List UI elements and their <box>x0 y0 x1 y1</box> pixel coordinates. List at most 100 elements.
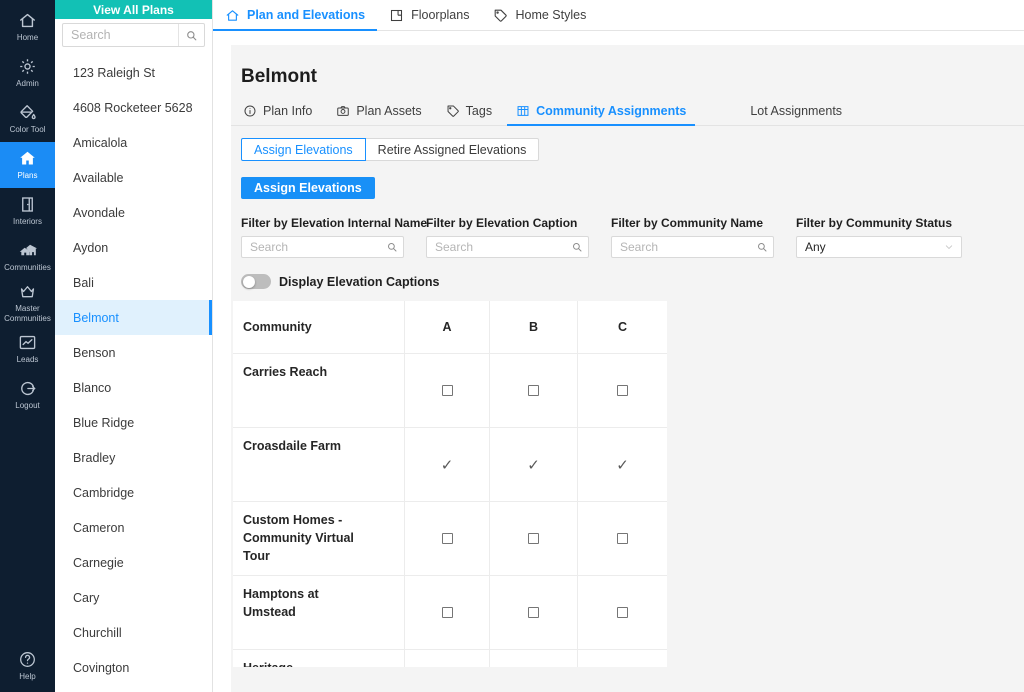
assignment-checkbox[interactable] <box>617 607 628 618</box>
filter-search-input[interactable] <box>427 240 566 254</box>
table-body: Carries Reach Croasdaile Farm✓✓✓ Custom … <box>233 353 667 667</box>
plan-list-item-benson[interactable]: Benson <box>55 335 212 370</box>
plan-list-item-belmont[interactable]: Belmont <box>55 300 212 335</box>
nav-rail-item-color-tool[interactable]: Color Tool <box>0 96 55 142</box>
assignment-checkbox[interactable] <box>442 533 453 544</box>
plan-list-item-4608-rocketeer-5628[interactable]: 4608 Rocketeer 5628 <box>55 90 212 125</box>
filter-search-input[interactable] <box>242 240 381 254</box>
nav-rail-item-help[interactable]: Help <box>0 646 55 686</box>
paint-bucket-icon <box>18 103 37 122</box>
plan-list-item-amicalola[interactable]: Amicalola <box>55 125 212 160</box>
app-window: Home Admin Color Tool Plans Interiors Co… <box>0 0 1024 692</box>
help-circle-icon <box>18 650 37 669</box>
top-tab-home-styles[interactable]: Home Styles <box>481 0 598 30</box>
filter-search-box <box>426 236 589 258</box>
community-name-cell: Hamptons at Umstead <box>233 576 405 649</box>
mode-option-assign-elevations[interactable]: Assign Elevations <box>241 138 366 161</box>
chart-icon <box>18 333 37 352</box>
plan-list-item-cambridge[interactable]: Cambridge <box>55 475 212 510</box>
nav-rail-item-interiors[interactable]: Interiors <box>0 188 55 234</box>
plan-list-item-churchill[interactable]: Churchill <box>55 615 212 650</box>
search-icon[interactable] <box>751 241 773 253</box>
nav-rail-item-plans[interactable]: Plans <box>0 142 55 188</box>
top-tab-plan-and-elevations[interactable]: Plan and Elevations <box>213 0 377 30</box>
assignment-checkbox[interactable] <box>442 385 453 396</box>
nav-rail-item-leads[interactable]: Leads <box>0 326 55 372</box>
plan-list-item-covington[interactable]: Covington <box>55 650 212 685</box>
display-elevation-captions-toggle[interactable] <box>241 274 271 289</box>
plan-list-item-carnegie[interactable]: Carnegie <box>55 545 212 580</box>
home-outline-icon <box>225 8 240 23</box>
plan-list-item-bradley[interactable]: Bradley <box>55 440 212 475</box>
nav-rail-item-home[interactable]: Home <box>0 4 55 50</box>
table-header-community: Community <box>233 301 405 353</box>
main-tabs: Plan Info Plan Assets Tags Community Ass… <box>231 96 1024 126</box>
plan-list-item-cameron[interactable]: Cameron <box>55 510 212 545</box>
nav-rail-items: Home Admin Color Tool Plans Interiors Co… <box>0 0 55 418</box>
assign-elevations-button[interactable]: Assign Elevations <box>241 177 375 199</box>
main-tab-tags[interactable]: Tags <box>437 96 501 125</box>
view-all-plans-button[interactable]: View All Plans <box>55 0 212 19</box>
assignment-checkbox[interactable] <box>528 607 539 618</box>
nav-rail-item-label: Admin <box>16 79 39 89</box>
mode-option-retire-assigned-elevations[interactable]: Retire Assigned Elevations <box>365 138 540 161</box>
nav-rail-item-logout[interactable]: Logout <box>0 372 55 418</box>
plan-list-item-aydon[interactable]: Aydon <box>55 230 212 265</box>
main-tab-label: Lot Assignments <box>750 104 842 118</box>
filter-filter-by-elevation-internal-name: Filter by Elevation Internal Name <box>241 216 426 258</box>
nav-rail-item-label: Communities <box>4 263 51 273</box>
assignment-table: CommunityABC Carries Reach Croasdaile Fa… <box>233 301 667 667</box>
nav-rail-item-label: Logout <box>15 401 39 411</box>
table-cell <box>578 650 667 667</box>
nav-rail-item-label: Home <box>17 33 38 43</box>
plan-search-box <box>62 23 205 47</box>
plan-search-input[interactable] <box>63 24 178 46</box>
assignment-checkbox[interactable] <box>442 607 453 618</box>
chevron-down-icon <box>937 241 961 253</box>
nav-rail-item-communities[interactable]: Communities <box>0 234 55 280</box>
plan-list-item-blue-ridge[interactable]: Blue Ridge <box>55 405 212 440</box>
select-value: Any <box>797 240 937 254</box>
plan-list-item-available[interactable]: Available <box>55 160 212 195</box>
community-name-cell: Custom Homes - Community Virtual Tour <box>233 502 405 575</box>
nav-rail-item-master-communities[interactable]: Master Communities <box>0 280 55 326</box>
community-name-cell: Heritage <box>233 650 405 667</box>
gear-icon <box>18 57 37 76</box>
community-name-cell: Carries Reach <box>233 354 405 427</box>
main-tab-community-assignments[interactable]: Community Assignments <box>507 96 695 125</box>
plan-list-item-123-raleigh-st[interactable]: 123 Raleigh St <box>55 55 212 90</box>
filter-search-input[interactable] <box>612 240 751 254</box>
table-row-carries-reach: Carries Reach <box>233 353 667 427</box>
search-icon[interactable] <box>178 24 204 46</box>
table-cell <box>405 576 490 649</box>
assignment-checkbox[interactable] <box>528 385 539 396</box>
main-tab-plan-assets[interactable]: Plan Assets <box>327 96 430 125</box>
table-cell: ✓ <box>578 428 667 501</box>
community-status-select[interactable]: Any <box>796 236 962 258</box>
assignment-checkbox[interactable] <box>528 533 539 544</box>
nav-rail-item-label: Color Tool <box>10 125 46 135</box>
main-tab-label: Plan Assets <box>356 104 421 118</box>
search-icon[interactable] <box>381 241 403 253</box>
nav-rail-item-admin[interactable]: Admin <box>0 50 55 96</box>
houses-icon <box>18 241 37 260</box>
search-icon[interactable] <box>566 241 588 253</box>
filter-filter-by-community-name: Filter by Community Name <box>611 216 796 258</box>
plan-list-item-avondale[interactable]: Avondale <box>55 195 212 230</box>
nav-rail-help-slot: Help <box>0 646 55 692</box>
plan-list-item-blanco[interactable]: Blanco <box>55 370 212 405</box>
top-tab-floorplans[interactable]: Floorplans <box>377 0 481 30</box>
assignment-checkbox[interactable] <box>617 533 628 544</box>
table-row-heritage: Heritage <box>233 649 667 667</box>
assignment-checkbox[interactable] <box>617 385 628 396</box>
filter-label: Filter by Elevation Internal Name <box>241 216 426 230</box>
nav-rail-item-label: Master Communities <box>2 304 54 323</box>
nav-rail-item-label: Interiors <box>13 217 42 227</box>
captions-toggle-label: Display Elevation Captions <box>279 275 439 289</box>
table-cell <box>578 502 667 575</box>
main-tab-plan-info[interactable]: Plan Info <box>234 96 321 125</box>
plan-list-item-bali[interactable]: Bali <box>55 265 212 300</box>
table-header-c: C <box>578 301 667 353</box>
plan-list-item-cary[interactable]: Cary <box>55 580 212 615</box>
main-tab-lot-assignments[interactable]: Lot Assignments <box>741 96 851 125</box>
